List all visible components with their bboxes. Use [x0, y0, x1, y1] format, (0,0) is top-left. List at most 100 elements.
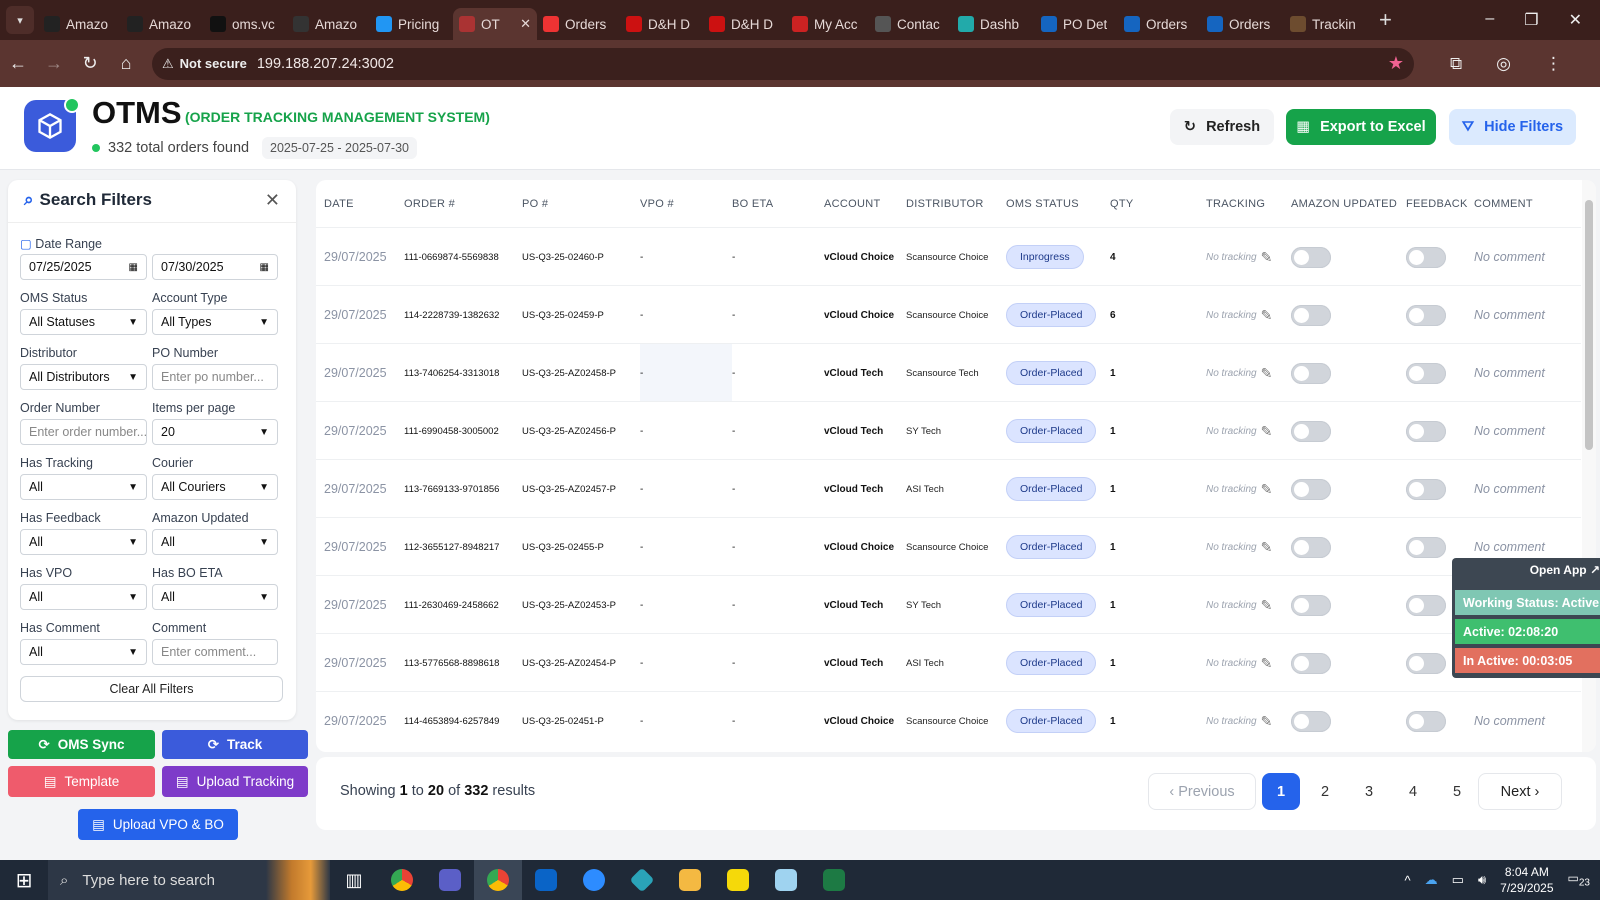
comment-cell[interactable]: No comment	[1474, 228, 1545, 286]
has-bo-eta-select[interactable]: All ▼	[152, 584, 278, 610]
feedback-toggle[interactable]	[1406, 246, 1446, 268]
amazon-updated-toggle[interactable]	[1291, 246, 1331, 268]
feedback-toggle[interactable]	[1406, 478, 1446, 500]
comment-cell[interactable]: No comment	[1474, 286, 1545, 344]
hide-filters-button[interactable]: ⛛ Hide Filters	[1449, 109, 1576, 145]
browser-tab[interactable]: Contac	[869, 8, 952, 40]
file-explorer-icon[interactable]	[666, 860, 714, 900]
amazon-updated-toggle[interactable]	[1291, 304, 1331, 326]
chevron-up-icon[interactable]: ^	[1405, 873, 1411, 888]
windows-start-icon[interactable]: ⊞	[0, 868, 48, 893]
close-window-icon[interactable]: ✕	[1569, 10, 1582, 30]
table-row[interactable]: 29/07/2025 114-4653894-6257849 US-Q3-25-02…	[316, 691, 1581, 749]
task-view-icon[interactable]: ▥	[330, 860, 378, 900]
sticky-notes-icon[interactable]	[714, 860, 762, 900]
reload-icon[interactable]: ↻	[72, 53, 108, 74]
edit-pencil-icon[interactable]: ✎	[1261, 713, 1273, 730]
column-header[interactable]: COMMENT	[1474, 180, 1533, 227]
page-5-button[interactable]: 5	[1438, 773, 1476, 810]
amazon-updated-select[interactable]: All ▼	[152, 529, 278, 555]
edit-pencil-icon[interactable]: ✎	[1261, 249, 1273, 266]
table-row[interactable]: 29/07/2025 113-7669133-9701856 US-Q3-25-AZ…	[316, 459, 1581, 517]
browser-tab[interactable]: D&H D	[703, 8, 786, 40]
feedback-toggle[interactable]	[1406, 710, 1446, 732]
table-row[interactable]: 29/07/2025 111-0669874-5569838 US-Q3-25-02…	[316, 227, 1581, 285]
courier-select[interactable]: All Couriers ▼	[152, 474, 278, 500]
table-row[interactable]: 29/07/2025 112-3655127-8948217 US-Q3-25-02…	[316, 517, 1581, 575]
edit-pencil-icon[interactable]: ✎	[1261, 539, 1273, 556]
column-header[interactable]: PO #	[522, 180, 548, 227]
export-excel-button[interactable]: ▦ Export to Excel	[1286, 109, 1436, 145]
comment-cell[interactable]: No comment	[1474, 344, 1545, 402]
column-header[interactable]: AMAZON UPDATED	[1291, 180, 1397, 227]
chrome-profile-icon[interactable]	[474, 860, 522, 900]
refresh-button[interactable]: ↻ Refresh	[1170, 109, 1274, 145]
clear-filters-button[interactable]: Clear All Filters	[20, 676, 283, 702]
order-number-cell[interactable]: 111-0669874-5569838	[404, 228, 499, 286]
amazon-updated-toggle[interactable]	[1291, 478, 1331, 500]
page-2-button[interactable]: 2	[1306, 773, 1344, 810]
page-3-button[interactable]: 3	[1350, 773, 1388, 810]
order-number-cell[interactable]: 113-7669133-9701856	[404, 460, 499, 518]
scrollbar-thumb[interactable]	[1585, 200, 1593, 450]
feedback-toggle[interactable]	[1406, 594, 1446, 616]
date-to-input[interactable]: 07/30/2025 ▦	[152, 254, 278, 280]
close-tab-icon[interactable]: ✕	[520, 16, 531, 32]
calendar-picker-icon[interactable]: ▦	[260, 262, 269, 273]
excel-icon[interactable]	[810, 860, 858, 900]
browser-tab[interactable]: Amazo	[38, 8, 121, 40]
order-number-cell[interactable]: 112-3655127-8948217	[404, 518, 499, 576]
column-header[interactable]: TRACKING	[1206, 180, 1265, 227]
amazon-updated-toggle[interactable]	[1291, 362, 1331, 384]
order-number-cell[interactable]: 113-5776568-8898618	[404, 634, 499, 692]
previous-page-button[interactable]: ‹ Previous	[1148, 773, 1256, 810]
browser-tab[interactable]: Orders	[537, 8, 620, 40]
feedback-toggle[interactable]	[1406, 652, 1446, 674]
has-comment-select[interactable]: All ▼	[20, 639, 147, 665]
amazon-updated-toggle[interactable]	[1291, 710, 1331, 732]
column-header[interactable]: ORDER #	[404, 180, 455, 227]
new-tab-button[interactable]: +	[1379, 7, 1392, 33]
order-number-input[interactable]: Enter order number...	[20, 419, 147, 445]
distributor-select[interactable]: All Distributors ▼	[20, 364, 147, 390]
not-secure-indicator[interactable]: ⚠ Not secure	[162, 56, 257, 72]
profile-icon[interactable]: ◎	[1496, 54, 1511, 74]
app-icon[interactable]	[618, 860, 666, 900]
order-number-cell[interactable]: 114-4653894-6257849	[404, 692, 499, 750]
browser-tab[interactable]: Amazo	[121, 8, 204, 40]
feedback-toggle[interactable]	[1406, 362, 1446, 384]
browser-tab[interactable]: My Acc	[786, 8, 869, 40]
menu-icon[interactable]: ⋮	[1545, 54, 1562, 74]
feedback-toggle[interactable]	[1406, 304, 1446, 326]
column-header[interactable]: OMS STATUS	[1006, 180, 1079, 227]
browser-tab[interactable]: Orders	[1118, 8, 1201, 40]
notifications-icon[interactable]: ▭23	[1568, 871, 1590, 888]
account-type-select[interactable]: All Types ▼	[152, 309, 278, 335]
browser-tab[interactable]: Orders	[1201, 8, 1284, 40]
browser-tab[interactable]: OT ✕	[453, 8, 537, 40]
edit-pencil-icon[interactable]: ✎	[1261, 307, 1273, 324]
close-filters-icon[interactable]: ✕	[265, 190, 280, 211]
table-row[interactable]: 29/07/2025 111-2630469-2458662 US-Q3-25-AZ…	[316, 575, 1581, 633]
table-row[interactable]: 29/07/2025 111-6990458-3005002 US-Q3-25-AZ…	[316, 401, 1581, 459]
calendar-picker-icon[interactable]: ▦	[129, 262, 138, 273]
order-number-cell[interactable]: 111-2630469-2458662	[404, 576, 499, 634]
browser-tab[interactable]: Amazo	[287, 8, 370, 40]
upload-tracking-button[interactable]: ▤ Upload Tracking	[162, 766, 308, 797]
column-header[interactable]: DISTRIBUTOR	[906, 180, 984, 227]
teams-icon[interactable]	[426, 860, 474, 900]
edit-pencil-icon[interactable]: ✎	[1261, 655, 1273, 672]
minimize-icon[interactable]: –	[1485, 10, 1494, 30]
forward-icon[interactable]: →	[36, 53, 72, 74]
table-row[interactable]: 29/07/2025 113-7406254-3313018 US-Q3-25-AZ…	[316, 343, 1581, 401]
amazon-updated-toggle[interactable]	[1291, 536, 1331, 558]
edit-pencil-icon[interactable]: ✎	[1261, 365, 1273, 382]
order-number-cell[interactable]: 113-7406254-3313018	[404, 344, 499, 402]
amazon-updated-toggle[interactable]	[1291, 652, 1331, 674]
has-tracking-select[interactable]: All ▼	[20, 474, 147, 500]
column-header[interactable]: DATE	[324, 180, 354, 227]
home-icon[interactable]: ⌂	[108, 53, 144, 74]
edit-pencil-icon[interactable]: ✎	[1261, 481, 1273, 498]
browser-tab[interactable]: oms.vc	[204, 8, 287, 40]
onedrive-icon[interactable]: ☁	[1425, 872, 1438, 888]
